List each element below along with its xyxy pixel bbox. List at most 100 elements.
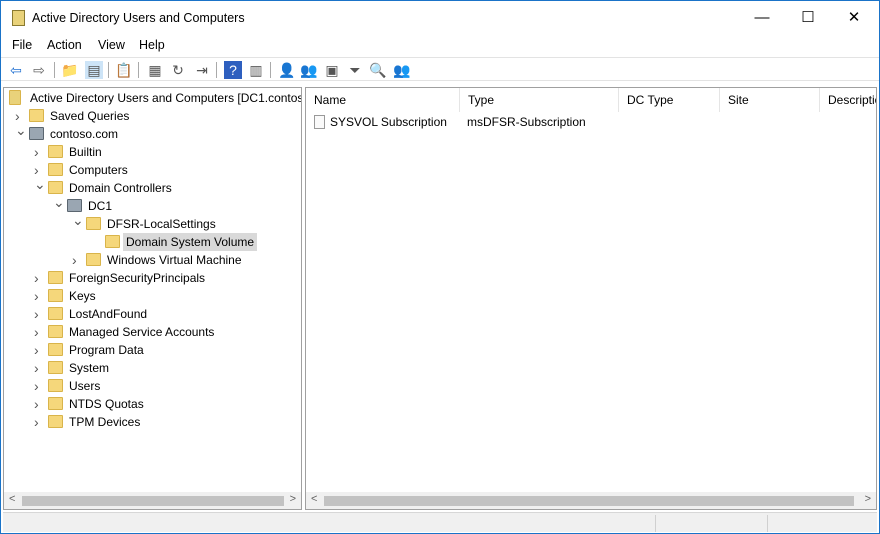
tree-item[interactable]: › Managed Service Accounts [4, 323, 301, 341]
item-name: SYSVOL Subscription [330, 115, 447, 129]
tree-item[interactable]: Active Directory Users and Computers [DC… [4, 89, 301, 107]
tree-item-label: ForeignSecurityPrincipals [69, 271, 206, 285]
chevron-right-icon[interactable]: › [34, 341, 44, 359]
toolbar: ⇦ ⇨ 📁 ▤ 📋 ▦ ↻ ⇥? ▥ 👤 👥 ▣ ⏷ 🔍 👥 [1, 57, 879, 81]
menu-bar: File Action View Help [1, 35, 879, 55]
tree-item[interactable]: › NTDS Quotas [4, 395, 301, 413]
help-icon[interactable]: ? [224, 61, 242, 79]
properties-icon[interactable]: ▦ [146, 61, 164, 79]
menu-action[interactable]: Action [47, 38, 82, 52]
tree-item[interactable]: Domain System Volume [4, 233, 301, 251]
folder-icon [48, 343, 63, 356]
folder-icon [48, 361, 63, 374]
tree-item-label: Program Data [69, 343, 144, 357]
scroll-left-icon[interactable]: < [311, 493, 317, 505]
tree-item-label: Builtin [69, 145, 102, 159]
back-arrow-icon[interactable]: ⇦ [7, 61, 25, 79]
tree-item-label: DC1 [88, 199, 113, 213]
scroll-right-icon[interactable]: > [865, 493, 871, 505]
menu-file[interactable]: File [12, 38, 32, 52]
scroll-thumb[interactable] [22, 496, 284, 506]
chevron-right-icon[interactable]: › [34, 395, 44, 413]
tree-item[interactable]: › Users [4, 377, 301, 395]
tree-item[interactable]: ⌄ DFSR-LocalSettings [4, 212, 301, 233]
forward-arrow-icon[interactable]: ⇨ [30, 61, 48, 79]
tree-item[interactable]: ⌄ Domain Controllers [4, 176, 301, 197]
tree-item[interactable]: › TPM Devices [4, 413, 301, 431]
menu-help[interactable]: Help [139, 38, 165, 52]
column-site[interactable]: Site [720, 88, 820, 112]
domain-icon [29, 127, 44, 140]
status-divider [767, 515, 768, 532]
column-description[interactable]: Description [820, 88, 876, 112]
menu-view[interactable]: View [98, 38, 125, 52]
file-icon [314, 115, 325, 129]
toolbar-separator [270, 62, 271, 78]
chevron-right-icon[interactable]: › [34, 143, 44, 161]
tree-item-label: Users [69, 379, 101, 393]
new-ou-icon[interactable]: ▣ [323, 61, 341, 79]
chevron-down-icon[interactable]: ⌄ [34, 175, 46, 193]
export-list-icon[interactable]: ⇥ [193, 61, 211, 79]
chevron-right-icon[interactable]: › [34, 323, 44, 341]
tree-item-label: Domain Controllers [69, 181, 172, 195]
tree-item[interactable]: › Computers [4, 161, 301, 179]
add-to-group-icon[interactable]: 👥 [393, 61, 411, 79]
chevron-right-icon[interactable]: › [34, 359, 44, 377]
close-button[interactable]: ✕ [831, 1, 877, 35]
folder-icon [48, 379, 63, 392]
filter-icon[interactable]: ⏷ [346, 61, 364, 79]
scroll-left-icon[interactable]: < [9, 493, 15, 505]
tree-item[interactable]: › Saved Queries [4, 107, 301, 125]
tree-item-label: DFSR-LocalSettings [107, 217, 216, 231]
status-bar [3, 512, 877, 532]
maximize-button[interactable]: ☐ [785, 1, 831, 35]
tree-item[interactable]: ⌄ DC1 [4, 194, 301, 215]
tree-item[interactable]: › Builtin [4, 143, 301, 161]
list-item[interactable]: SYSVOL Subscription msDFSR-Subscription [306, 113, 876, 131]
find-icon[interactable]: 🔍 [369, 61, 387, 79]
tree-item-label: LostAndFound [69, 307, 148, 321]
chevron-right-icon[interactable]: › [72, 251, 82, 269]
chevron-right-icon[interactable]: › [34, 377, 44, 395]
column-name[interactable]: Name [306, 88, 460, 112]
tree-item[interactable]: › LostAndFound [4, 305, 301, 323]
folder-icon [29, 109, 44, 122]
folder-icon [105, 235, 120, 248]
chevron-down-icon[interactable]: ⌄ [53, 193, 65, 211]
tree-item[interactable]: › Keys [4, 287, 301, 305]
folder-icon [48, 289, 63, 302]
refresh-icon[interactable]: ↻ [169, 61, 187, 79]
chevron-right-icon[interactable]: › [34, 413, 44, 431]
column-dc-type[interactable]: DC Type [619, 88, 720, 112]
tree-item[interactable]: › Program Data [4, 341, 301, 359]
chevron-right-icon[interactable]: › [34, 269, 44, 287]
new-user-icon[interactable]: 👤 [278, 61, 296, 79]
up-folder-icon[interactable]: 📁 [61, 61, 79, 79]
details-horizontal-scrollbar[interactable]: < > [306, 492, 876, 509]
minimize-button[interactable]: — [739, 1, 785, 35]
scroll-right-icon[interactable]: > [290, 493, 296, 505]
chevron-down-icon[interactable]: ⌄ [72, 211, 84, 229]
chevron-right-icon[interactable]: › [34, 305, 44, 323]
status-divider [655, 515, 656, 532]
window-title: Active Directory Users and Computers [32, 11, 245, 25]
tree-item[interactable]: › Windows Virtual Machine [4, 251, 301, 269]
folder-icon [48, 163, 63, 176]
tree-item[interactable]: ⌄ contoso.com [4, 122, 301, 143]
tree-item-label: Active Directory Users and Computers [DC… [30, 91, 301, 105]
chevron-right-icon[interactable]: › [34, 287, 44, 305]
scroll-thumb[interactable] [324, 496, 854, 506]
tree-item[interactable]: › System [4, 359, 301, 377]
app-icon [12, 10, 25, 26]
clipboard-icon[interactable]: 📋 [115, 61, 133, 79]
column-type[interactable]: Type [460, 88, 619, 112]
new-group-icon[interactable]: 👥 [300, 61, 318, 79]
tree-item-label: contoso.com [50, 127, 119, 141]
tree-horizontal-scrollbar[interactable]: < > [4, 492, 301, 509]
show-hide-console-tree-icon[interactable]: ▤ [85, 61, 103, 79]
tree-item-label: Computers [69, 163, 128, 177]
action-pane-icon[interactable]: ▥ [247, 61, 265, 79]
tree-item[interactable]: › ForeignSecurityPrincipals [4, 269, 301, 287]
chevron-down-icon[interactable]: ⌄ [15, 121, 27, 139]
